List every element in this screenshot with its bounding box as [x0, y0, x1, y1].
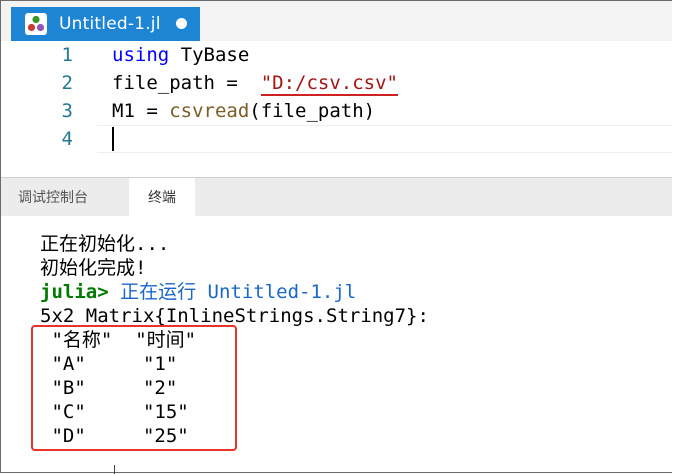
line-number: 4 — [61, 128, 73, 150]
tab-debug-console[interactable]: 调试控制台 — [18, 178, 88, 216]
tab-terminal[interactable]: 终端 — [129, 178, 195, 216]
code-line: 4 — [1, 125, 672, 153]
line-number: 2 — [61, 72, 73, 94]
text-cursor — [112, 127, 114, 151]
string-token: "D:/csv.csv" — [260, 72, 398, 96]
assignment-token: M1 = — [112, 100, 170, 122]
unsaved-dot-icon[interactable] — [176, 18, 187, 29]
line-number: 1 — [61, 44, 73, 66]
editor-tab-untitled[interactable]: Untitled-1.jl — [11, 7, 200, 41]
terminal-line: 初始化完成! — [40, 257, 147, 279]
assignment-token: file_path = — [112, 72, 261, 94]
tab-filename: Untitled-1.jl — [59, 14, 161, 34]
run-message: 正在运行 Untitled-1.jl — [108, 281, 357, 303]
code-editor[interactable]: 1 using TyBase 2 file_path = "D:/csv.csv… — [1, 41, 672, 177]
code-line: 3 M1 = csvread(file_path) — [1, 97, 672, 125]
terminal-line: 正在初始化... — [40, 233, 170, 255]
panel-tab-bar: 调试控制台 终端 — [1, 178, 672, 216]
function-token: csvread — [169, 100, 250, 122]
julia-file-icon — [25, 13, 47, 35]
identifier-token: TyBase — [169, 44, 250, 66]
editor-tab-bar: Untitled-1.jl — [1, 1, 672, 41]
terminal-line: julia> 正在运行 Untitled-1.jl — [40, 280, 356, 304]
julia-prompt: julia> — [40, 281, 109, 303]
code-line: 1 using TyBase — [1, 41, 672, 69]
code-line: 2 file_path = "D:/csv.csv" — [1, 69, 672, 97]
arguments-token: (file_path) — [249, 100, 376, 122]
keyword-token: using — [112, 44, 170, 66]
terminal-cursor — [114, 465, 115, 474]
highlight-box — [31, 325, 237, 451]
line-number: 3 — [61, 100, 73, 122]
